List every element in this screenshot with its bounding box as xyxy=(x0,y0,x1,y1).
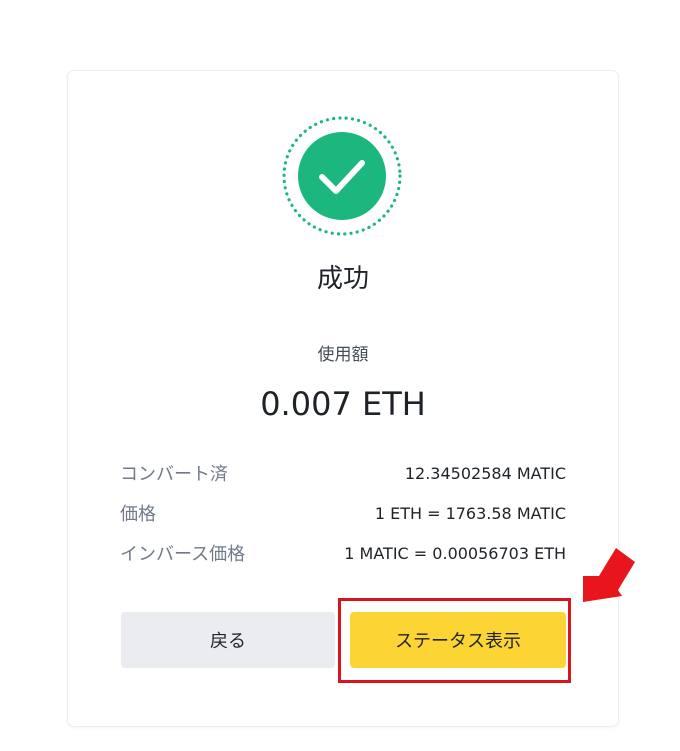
detail-label: コンバート済 xyxy=(120,464,228,485)
page: 成功 使用額 0.007 ETH コンバート済 12.34502584 MATI… xyxy=(0,0,680,751)
detail-label: インバース価格 xyxy=(120,544,246,565)
amount-used-value: 0.007 ETH xyxy=(260,385,426,423)
detail-value: 1 MATIC = 0.00056703 ETH xyxy=(344,543,566,563)
amount-used-label: 使用額 xyxy=(317,345,369,365)
detail-value: 1 ETH = 1763.58 MATIC xyxy=(374,503,566,523)
highlight-box xyxy=(338,598,571,683)
detail-value: 12.34502584 MATIC xyxy=(404,463,566,483)
detail-row-inverse-price: インバース価格 1 MATIC = 0.00056703 ETH xyxy=(120,539,566,567)
back-button[interactable]: 戻る xyxy=(121,612,335,668)
detail-row-price: 価格 1 ETH = 1763.58 MATIC xyxy=(120,499,566,527)
success-title: 成功 xyxy=(316,264,369,294)
detail-label: 価格 xyxy=(120,504,156,525)
red-arrow-icon xyxy=(583,548,635,602)
check-circle-icon xyxy=(282,116,402,236)
detail-row-converted: コンバート済 12.34502584 MATIC xyxy=(120,459,566,487)
